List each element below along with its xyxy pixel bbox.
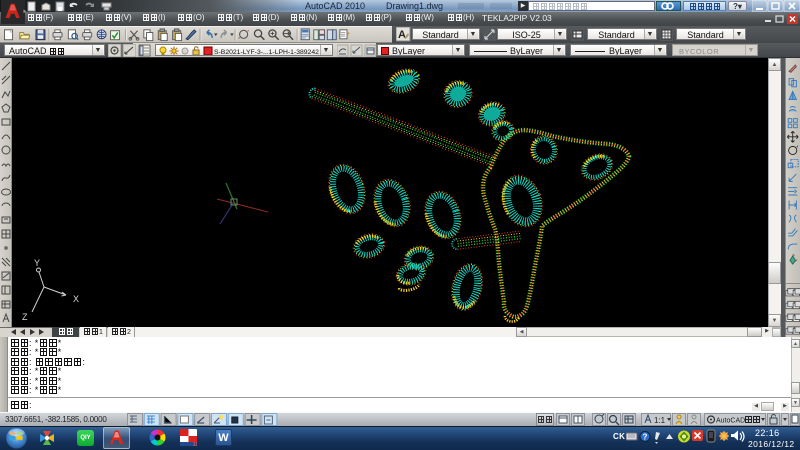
svg-text:?: ? xyxy=(643,433,648,442)
svg-text:AutoCAD: AutoCAD xyxy=(716,418,745,425)
svg-text:Z: Z xyxy=(22,312,28,322)
svg-text:1:1: 1:1 xyxy=(654,416,666,425)
svg-text:19: 19 xyxy=(193,442,197,446)
svg-text:Y: Y xyxy=(34,258,40,268)
svg-text:A: A xyxy=(398,29,406,41)
svg-text:X: X xyxy=(73,294,79,304)
